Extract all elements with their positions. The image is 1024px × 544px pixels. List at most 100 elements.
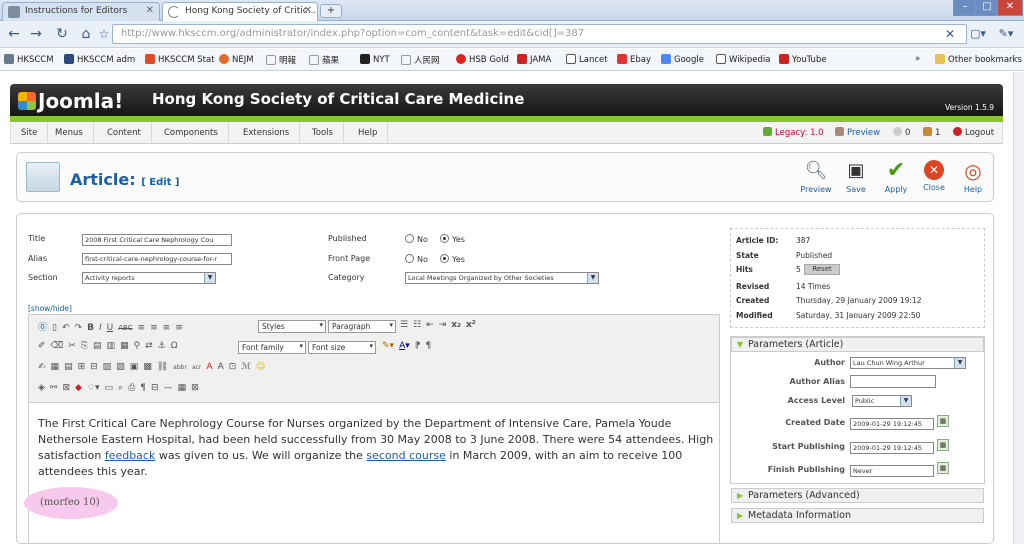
- format-icon[interactable]: ♢▾: [87, 383, 100, 393]
- ins-icon[interactable]: A: [218, 362, 224, 372]
- calendar-icon[interactable]: ▦: [937, 415, 949, 427]
- reset-hits-button[interactable]: Reset: [804, 264, 840, 275]
- calendar-icon[interactable]: ▦: [937, 462, 949, 474]
- font-size-dropdown[interactable]: Font size: [308, 341, 376, 354]
- bookmark-lancet[interactable]: Lancet: [566, 54, 608, 65]
- preview-doc-icon[interactable]: ▭: [105, 383, 114, 393]
- attribs-icon[interactable]: ⊡: [229, 362, 237, 372]
- new-document-icon[interactable]: ▯: [52, 323, 57, 333]
- font-family-dropdown[interactable]: Font family: [238, 341, 306, 354]
- cell-props-icon[interactable]: ▧: [103, 362, 112, 372]
- indent-icon[interactable]: ⇥: [439, 320, 447, 330]
- link2-icon[interactable]: ⚯: [50, 383, 58, 393]
- close-button[interactable]: ✕ Close: [914, 160, 954, 192]
- pagebreak-icon[interactable]: ⊟: [151, 383, 159, 393]
- image-icon[interactable]: ▣: [130, 362, 139, 372]
- reload-icon[interactable]: ↻: [52, 25, 72, 43]
- bookmark-ebay[interactable]: Ebay: [617, 54, 651, 65]
- search-doc-icon[interactable]: ⌕: [118, 383, 123, 393]
- acronym-icon[interactable]: acr: [192, 364, 201, 371]
- underline-icon[interactable]: U: [107, 323, 114, 333]
- other-bookmarks-folder[interactable]: Other bookmarks: [935, 54, 1022, 65]
- save-button[interactable]: ▣ Save: [836, 160, 876, 194]
- redo-icon[interactable]: ↷: [75, 323, 83, 333]
- strikethrough-icon[interactable]: ABC: [118, 324, 132, 332]
- subscript-icon[interactable]: x₂: [451, 320, 461, 330]
- style-icon[interactable]: ℳ: [241, 362, 251, 372]
- created-date-input[interactable]: 2009-01-29 19:12:45: [850, 418, 934, 430]
- bookmark-nyt[interactable]: NYT: [360, 54, 390, 65]
- superscript-icon[interactable]: x²: [466, 320, 476, 330]
- access-level-select[interactable]: Public ▼: [852, 395, 912, 407]
- anchor-icon[interactable]: ⚓: [158, 341, 166, 351]
- copy-icon[interactable]: ⎘: [81, 341, 88, 351]
- wrench-icon[interactable]: ✎▾: [996, 25, 1016, 43]
- frontpage-yes-radio[interactable]: Yes: [440, 254, 465, 264]
- page-menu-icon[interactable]: ▢▾: [968, 25, 988, 43]
- media-icon[interactable]: ▩: [143, 362, 152, 372]
- alias-input[interactable]: first-critical-care-nephrology-course-fo…: [82, 253, 232, 265]
- insert-row-icon[interactable]: ⊞: [78, 362, 86, 372]
- menu-help[interactable]: Help: [348, 122, 389, 144]
- eraser-icon[interactable]: ⌫: [51, 341, 64, 351]
- outdent-icon[interactable]: ⇤: [426, 320, 434, 330]
- maximize-button[interactable]: □: [975, 0, 999, 16]
- menu-components[interactable]: Components: [154, 122, 229, 144]
- logout-link[interactable]: Logout: [953, 122, 994, 144]
- bookmark-hksccm-stat[interactable]: HKSCCM Stat: [145, 54, 215, 65]
- layer-icon[interactable]: ◈: [38, 383, 45, 393]
- menu-menus[interactable]: Menus: [45, 122, 94, 144]
- address-bar[interactable]: http://www.hksccm.org/administrator/inde…: [112, 24, 967, 44]
- menu-content[interactable]: Content: [97, 122, 152, 144]
- ltr-icon[interactable]: ⁋: [415, 341, 421, 351]
- close-tab-icon[interactable]: ✕: [304, 5, 312, 16]
- title-input[interactable]: 2008 First Critical Care Nephrology Cou: [82, 234, 232, 246]
- menu-site[interactable]: Site: [11, 122, 49, 144]
- print-icon[interactable]: ⎙: [128, 383, 135, 393]
- undo-icon[interactable]: ↶: [62, 323, 70, 333]
- table-icon[interactable]: ▦: [51, 362, 60, 372]
- minimize-button[interactable]: –: [953, 0, 977, 16]
- code-icon[interactable]: ◆: [75, 383, 82, 393]
- align-left-icon[interactable]: ≡: [138, 323, 146, 333]
- tab-hksccm[interactable]: Hong Kong Society of Critic... ✕: [162, 2, 318, 21]
- paragraph-dropdown[interactable]: Paragraph: [328, 320, 396, 333]
- frontpage-no-radio[interactable]: No: [405, 254, 428, 264]
- apply-button[interactable]: ✔ Apply: [876, 160, 916, 195]
- bookmark-hksccm-adm[interactable]: HKSCCM adm: [64, 54, 135, 65]
- bookmark-hksccm[interactable]: HKSCCM: [4, 54, 54, 65]
- help-icon[interactable]: ⓪: [38, 320, 47, 333]
- bookmark-mingpao[interactable]: 明報: [266, 54, 296, 66]
- paste-icon[interactable]: ▤: [93, 341, 102, 351]
- bookmark-apple[interactable]: 蘋果: [309, 54, 339, 66]
- fullscreen-icon[interactable]: ⊠: [191, 383, 199, 393]
- preview-link[interactable]: Preview: [835, 122, 880, 144]
- star-icon[interactable]: ☆: [94, 25, 114, 43]
- delete-row-icon[interactable]: ⊟: [90, 362, 98, 372]
- menu-tools[interactable]: Tools: [302, 122, 344, 144]
- parameters-advanced-header[interactable]: ▶ Parameters (Advanced): [731, 488, 984, 503]
- clean-icon[interactable]: ✐: [38, 341, 46, 351]
- close-tab-icon[interactable]: ✕: [146, 5, 154, 16]
- align-right-icon[interactable]: ≡: [163, 323, 171, 333]
- italic-icon[interactable]: I: [99, 323, 102, 333]
- html-icon[interactable]: ▦: [178, 383, 187, 393]
- category-select[interactable]: Local Meetings Organized by Other Societ…: [405, 272, 599, 284]
- del-icon[interactable]: A: [206, 362, 212, 372]
- justify-icon[interactable]: ≡: [175, 323, 183, 333]
- home-icon[interactable]: ⌂: [76, 25, 96, 43]
- published-no-radio[interactable]: No: [405, 234, 428, 244]
- text-color-icon[interactable]: A▾: [399, 341, 410, 351]
- bookmark-nejm[interactable]: NEJM: [219, 54, 254, 65]
- forward-icon[interactable]: →: [26, 25, 46, 43]
- parameters-article-header[interactable]: ▼ Parameters (Article): [731, 337, 984, 352]
- bookmarks-more-button[interactable]: »: [915, 54, 920, 64]
- metadata-header[interactable]: ▶ Metadata Information: [731, 508, 984, 523]
- help-button[interactable]: ◎ Help: [953, 160, 993, 194]
- unlink-icon[interactable]: ⊠: [62, 383, 70, 393]
- published-yes-radio[interactable]: Yes: [440, 234, 465, 244]
- omega-icon[interactable]: Ω: [171, 341, 178, 351]
- section-select[interactable]: Activity reports ▼: [82, 272, 216, 284]
- bookmark-jama[interactable]: JAMA: [517, 54, 551, 65]
- window-close-button[interactable]: ✕: [997, 0, 1023, 16]
